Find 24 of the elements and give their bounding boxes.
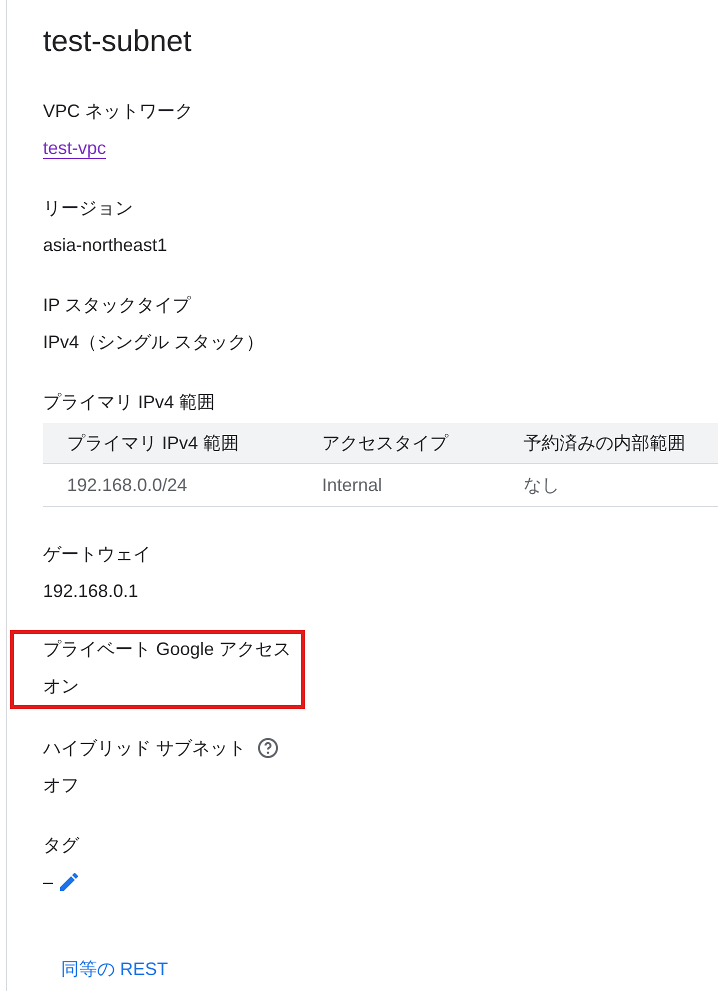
field-value: オン bbox=[43, 675, 79, 698]
field-label: VPC ネットワーク bbox=[43, 100, 194, 123]
field-value: IPv4（シングル スタック） bbox=[43, 331, 264, 354]
column-header: 予約済みの内部範囲 bbox=[500, 423, 718, 464]
field-label: プライマリ IPv4 範囲 bbox=[43, 391, 216, 414]
table-cell: なし bbox=[500, 464, 718, 506]
field-value: – bbox=[43, 871, 54, 894]
field-value: オフ bbox=[43, 774, 79, 797]
help-icon[interactable] bbox=[256, 736, 280, 760]
page-title: test-subnet bbox=[43, 24, 192, 60]
column-header: プライマリ IPv4 範囲 bbox=[43, 423, 298, 464]
field-value: 192.168.0.1 bbox=[43, 580, 138, 603]
field-label: プライベート Google アクセス bbox=[43, 638, 292, 661]
field-value: asia-northeast1 bbox=[43, 234, 168, 257]
network-link[interactable]: test-vpc bbox=[43, 135, 106, 161]
field-label: ハイブリッド サブネット bbox=[43, 737, 246, 760]
field-label: IP スタックタイプ bbox=[43, 294, 191, 317]
table-cell: 192.168.0.0/24 bbox=[43, 464, 298, 506]
field-label: タグ bbox=[43, 834, 79, 857]
column-header: アクセスタイプ bbox=[298, 423, 500, 464]
rest-link[interactable]: 同等の REST bbox=[61, 957, 168, 981]
field-label: ゲートウェイ bbox=[43, 543, 151, 566]
table-cell: Internal bbox=[298, 464, 500, 506]
field-label: リージョン bbox=[43, 197, 133, 220]
